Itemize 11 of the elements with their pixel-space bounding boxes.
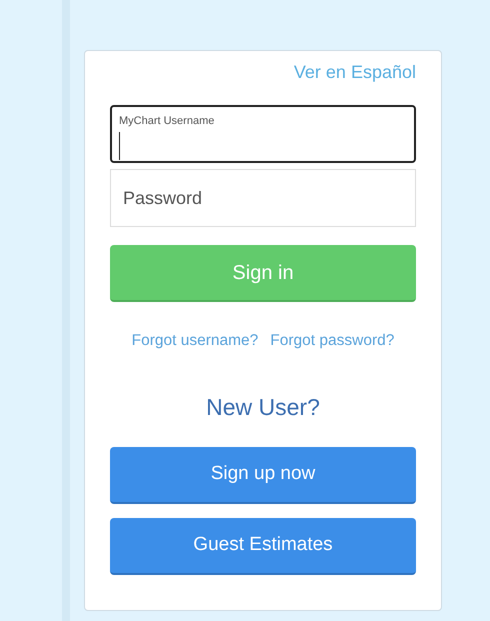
field-label: MyChart Username <box>119 114 216 129</box>
guest-estimates-button[interactable]: Guest Estimates <box>110 518 416 575</box>
new-user-heading: New User? <box>205 393 321 422</box>
username-field[interactable]: MyChart Username <box>110 105 416 163</box>
forgot-link[interactable]: Forgot username? <box>132 329 258 352</box>
text-cursor <box>119 132 120 160</box>
password-field[interactable]: Password <box>110 169 416 227</box>
language-link[interactable]: Ver en Español <box>294 59 416 86</box>
sign-in-button[interactable]: Sign in <box>110 245 416 302</box>
forgot-link[interactable]: Forgot password? <box>270 329 394 352</box>
sign-up-button[interactable]: Sign up now <box>110 446 416 504</box>
